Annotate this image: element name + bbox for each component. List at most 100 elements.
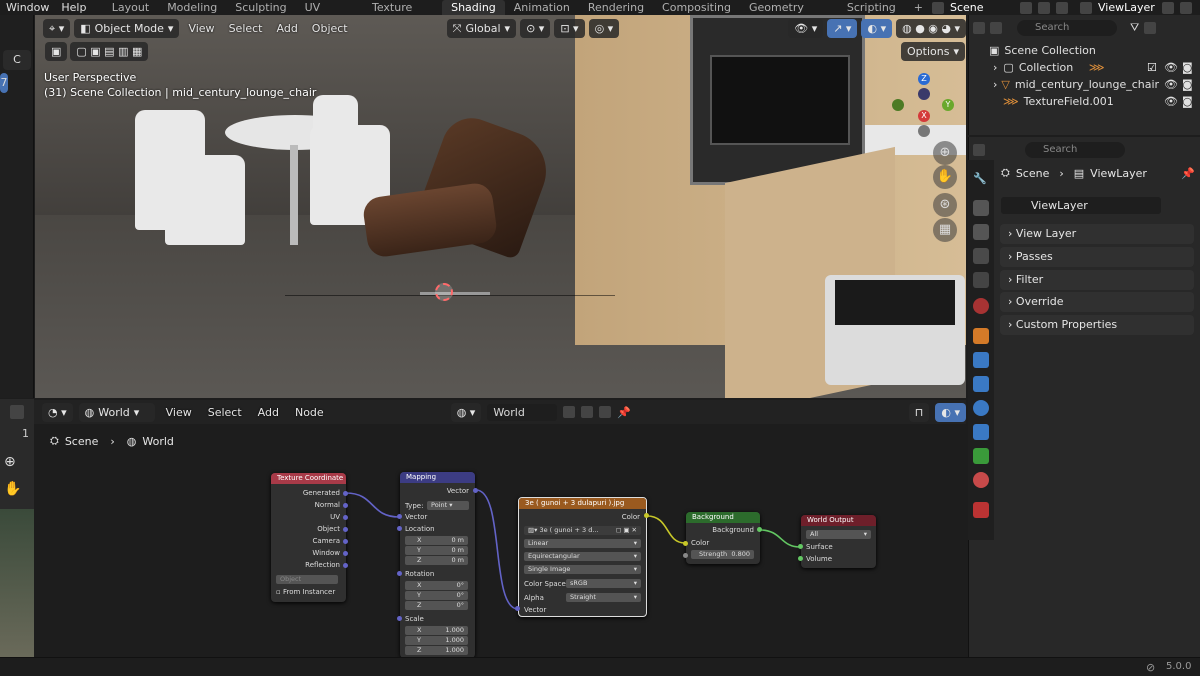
unlink-icon[interactable] (599, 406, 612, 418)
3d-viewport[interactable]: ⌖ ▾ ◧ Object Mode ▾ View Select Add Objec… (35, 15, 966, 398)
tab-animation[interactable]: Animation (505, 0, 579, 15)
tab-compositing[interactable]: Compositing (653, 0, 740, 15)
checkbox-icon[interactable]: ☑ (1147, 61, 1157, 74)
menu-view[interactable]: View (161, 406, 197, 419)
properties-search-input[interactable]: Search (1025, 142, 1125, 158)
y-axis-icon[interactable]: Y (942, 99, 954, 111)
outliner-item-chair[interactable]: › ▽ mid_century_lounge_chair 👁 ◙ (969, 76, 1200, 93)
socket-volume-in[interactable] (798, 556, 803, 561)
z-axis-icon[interactable]: Z (918, 73, 930, 85)
tab-scripting[interactable]: Scripting (838, 0, 905, 15)
scene-tab-icon[interactable] (973, 272, 989, 288)
duplicate-icon[interactable] (581, 406, 594, 418)
outliner-editor-icon[interactable] (973, 22, 985, 34)
outliner-item-texturefield[interactable]: ⋙ TextureField.001 👁 ◙ (969, 93, 1200, 110)
strength-field[interactable]: Strength 0.800 (691, 550, 754, 559)
data-tab-icon[interactable] (973, 448, 989, 464)
tab-uv-editing[interactable]: UV Editing (296, 0, 363, 29)
editor-type-button[interactable]: ◔ ▾ (42, 402, 73, 422)
view-layer-name[interactable]: ViewLayer (1098, 1, 1156, 14)
menu-add[interactable]: Add (272, 22, 303, 35)
world-browse-icon[interactable]: ◍ ▾ (450, 402, 482, 422)
location-y[interactable]: Y 0 m (405, 546, 468, 555)
interpolation-dropdown[interactable]: Linear ▾ (524, 539, 641, 548)
scale-x[interactable]: X 1.000 (405, 626, 468, 635)
view-layer-icon[interactable] (1080, 1, 1092, 14)
particles-tab-icon[interactable] (973, 376, 989, 392)
new-collection-icon[interactable] (1144, 22, 1157, 34)
socket-background-out[interactable] (757, 527, 762, 532)
expand-chevron-icon[interactable]: › (993, 78, 997, 91)
socket-normal[interactable] (343, 503, 348, 508)
pin-icon[interactable]: 📌 (617, 406, 631, 419)
texture-coordinate-node[interactable]: Texture Coordinate Generated Normal UV O… (271, 473, 346, 602)
zoom-icon[interactable]: ⊕ (933, 141, 957, 165)
socket-reflection[interactable] (343, 563, 348, 568)
menu-select[interactable]: Select (203, 406, 247, 419)
object-tab-icon[interactable] (973, 328, 989, 344)
transform-orientation-dropdown[interactable]: ⤧ Global ▾ (446, 18, 517, 38)
tab-rendering[interactable]: Rendering (579, 0, 653, 15)
fake-user-icon[interactable] (563, 406, 576, 418)
socket-object[interactable] (343, 527, 348, 532)
tab-layout[interactable]: Layout (103, 0, 158, 15)
menu-add[interactable]: Add (253, 406, 284, 419)
eye-icon[interactable]: 👁 (1164, 78, 1178, 91)
socket-vector-out[interactable] (473, 488, 478, 493)
socket-color-in[interactable] (683, 541, 688, 546)
panel-custom-properties[interactable]: › Custom Properties (1000, 315, 1194, 335)
eye-icon[interactable]: 👁 (1164, 61, 1178, 74)
background-node[interactable]: Background Background Color Strength 0.80… (686, 512, 760, 564)
socket-window[interactable] (343, 551, 348, 556)
socket-vector-in[interactable] (397, 514, 402, 519)
frame-indicator[interactable]: 7 (0, 73, 8, 93)
delete-scene-icon[interactable] (1056, 1, 1068, 14)
menu-help[interactable]: Help (55, 1, 92, 14)
editor-type-button[interactable]: ⌖ ▾ (43, 18, 71, 38)
outliner-search-input[interactable]: Search (1017, 20, 1117, 36)
color-space-dropdown[interactable]: sRGB ▾ (566, 579, 641, 588)
camera-icon[interactable]: ◙ (1182, 61, 1193, 74)
scale-z[interactable]: Z 1.000 (405, 646, 468, 655)
display-mode-icon[interactable] (990, 22, 1002, 34)
properties-editor-icon[interactable] (973, 144, 985, 156)
socket-uv[interactable] (343, 515, 348, 520)
proportional-edit-toggle[interactable]: ◎ ▾ (588, 18, 620, 38)
socket-color-out[interactable] (644, 513, 649, 518)
neg-x-axis-icon[interactable] (918, 88, 930, 100)
mode-dropdown[interactable]: ◧ Object Mode ▾ (74, 18, 180, 38)
socket-surface-in[interactable] (798, 544, 803, 549)
tab-shading[interactable]: Shading (442, 0, 505, 15)
camera-icon[interactable]: ◙ (1182, 95, 1193, 108)
texture-tab-icon[interactable] (973, 502, 989, 518)
target-dropdown[interactable]: All ▾ (806, 530, 871, 539)
socket-rotation[interactable] (397, 571, 402, 576)
socket-location[interactable] (397, 526, 402, 531)
socket-camera[interactable] (343, 539, 348, 544)
tool-tab-icon[interactable]: 🔧 (973, 172, 989, 188)
menu-select[interactable]: Select (224, 22, 268, 35)
filter-icon[interactable]: ⛛ (1130, 21, 1139, 35)
projection-dropdown[interactable]: Equirectangular ▾ (524, 552, 641, 561)
snap-toggle[interactable]: ⊓ (908, 402, 930, 422)
image-selector[interactable]: ▨▾ 3e ( gunoi + 3 d... ◻ ▣ ✕ (524, 526, 641, 535)
from-instancer-checkbox[interactable]: ▫ From Instancer (276, 588, 335, 596)
world-tab-icon[interactable] (973, 298, 989, 314)
rotation-z[interactable]: Z 0° (405, 601, 468, 610)
tab-geometry-nodes[interactable]: Geometry Nodes (740, 0, 838, 29)
material-tab-icon[interactable] (973, 472, 989, 488)
socket-vector-in[interactable] (515, 606, 520, 611)
menu-object[interactable]: Object (307, 22, 353, 35)
rotation-x[interactable]: X 0° (405, 581, 468, 590)
panel-override[interactable]: › Override (1000, 292, 1194, 312)
panel-filter[interactable]: › Filter (1000, 270, 1194, 290)
3d-cursor-icon[interactable] (435, 283, 453, 301)
menu-node[interactable]: Node (290, 406, 329, 419)
image-texture-node[interactable]: 3e ( gunoi + 3 dulapuri ).jpg Color ▨▾ 3… (518, 497, 647, 617)
menu-window[interactable]: Window (0, 1, 55, 14)
modifier-tab-icon[interactable] (973, 352, 989, 368)
overlay-toggle[interactable]: ◐ ▾ (935, 402, 966, 422)
socket-generated[interactable] (343, 491, 348, 496)
pivot-dropdown[interactable]: ⊙ ▾ (520, 18, 551, 38)
view-layer-name-field[interactable]: ViewLayer (1001, 197, 1161, 214)
